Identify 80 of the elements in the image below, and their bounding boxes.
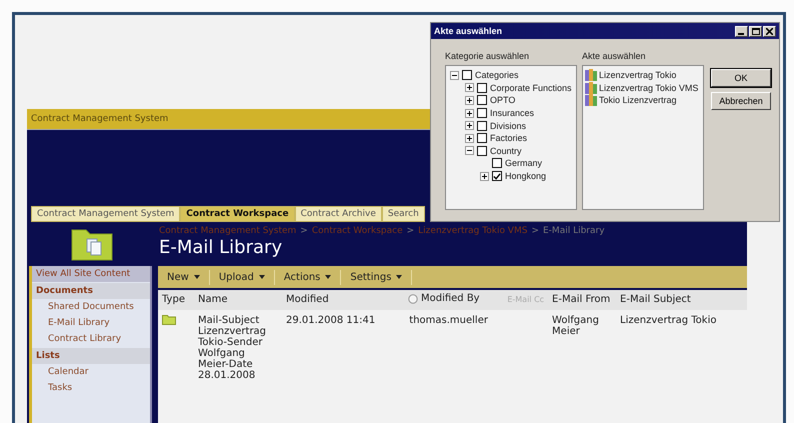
caret-icon: [396, 275, 402, 279]
sidebar-heading[interactable]: Documents: [32, 283, 150, 299]
checkbox[interactable]: [477, 120, 487, 131]
radio-icon: [408, 294, 418, 304]
menu-button[interactable]: Upload: [210, 270, 275, 284]
close-icon: [766, 28, 773, 34]
tree-item[interactable]: Categories: [475, 70, 519, 80]
tree-item[interactable]: Corporate Functions: [490, 82, 572, 93]
sidebar-item[interactable]: Shared Documents: [32, 299, 150, 315]
dialog-button[interactable]: Abbrechen: [711, 92, 771, 110]
minimize-button[interactable]: [735, 26, 748, 36]
breadcrumb-separator: >: [300, 226, 308, 236]
tree-item[interactable]: Germany: [505, 158, 542, 168]
dialog-title: Akte auswählen: [434, 26, 502, 36]
list-item[interactable]: Lizenzvertrag Tokio VMS: [599, 82, 698, 93]
sidebar-item[interactable]: Tasks: [32, 380, 150, 396]
column-header[interactable]: Name: [198, 294, 228, 306]
expander-icon[interactable]: [465, 121, 474, 130]
column-header[interactable]: E-Mail Subject: [620, 294, 691, 306]
checkbox[interactable]: [477, 95, 487, 106]
breadcrumb-current: E-Mail Library: [543, 226, 605, 236]
tree-item[interactable]: Divisions: [490, 120, 526, 131]
view-all-link[interactable]: View All Site Content: [32, 266, 150, 282]
maximize-icon: [752, 28, 760, 34]
dialog-button[interactable]: OK: [711, 69, 771, 87]
field-label: Kategorie auswählen: [445, 51, 530, 63]
tree-item[interactable]: Hongkong: [505, 171, 546, 182]
books-icon: [585, 94, 597, 106]
books-icon: [585, 82, 597, 94]
expander-icon[interactable]: [480, 172, 489, 181]
sidebar-item[interactable]: E-Mail Library: [32, 315, 150, 331]
expander-icon[interactable]: [465, 146, 474, 156]
close-button[interactable]: [763, 26, 776, 36]
menu-button[interactable]: Actions: [274, 270, 342, 284]
tree-item[interactable]: OPTO: [490, 95, 516, 106]
books-icon: [585, 69, 597, 82]
field-label: Akte auswählen: [582, 51, 647, 63]
caret-icon: [325, 275, 332, 279]
caret-icon: [194, 275, 200, 279]
list-item[interactable]: Lizenzvertrag Tokio: [599, 70, 676, 80]
tree-item[interactable]: Insurances: [490, 108, 534, 118]
column-header[interactable]: Modified: [286, 294, 329, 306]
tree-item[interactable]: Country: [490, 146, 522, 156]
column-header[interactable]: Modified By: [408, 293, 480, 304]
checkbox[interactable]: [492, 171, 502, 182]
table-cell-text: Wolfgang Meier: [552, 314, 600, 336]
expander-icon[interactable]: [465, 108, 474, 118]
folder-icon: [162, 314, 176, 324]
checkbox[interactable]: [477, 108, 487, 118]
nav-tab[interactable]: Contract Management System: [31, 206, 180, 222]
checkbox[interactable]: [477, 82, 487, 93]
column-header[interactable]: Type: [162, 294, 185, 306]
sidebar-item[interactable]: Calendar: [32, 364, 150, 380]
nav-tab[interactable]: Contract Workspace: [180, 206, 295, 222]
nav-tab[interactable]: Search: [382, 206, 425, 222]
list-item[interactable]: Tokio Lizenzvertrag: [599, 95, 677, 106]
menu-button[interactable]: Settings: [341, 270, 412, 284]
breadcrumb-separator: >: [531, 226, 539, 236]
table-cell: thomas.mueller: [409, 314, 488, 326]
expander-icon[interactable]: [465, 83, 474, 92]
sidebar-item[interactable]: Contract Library: [32, 331, 150, 347]
checkbox[interactable]: [477, 146, 487, 156]
caret-icon: [258, 275, 265, 279]
menu-button[interactable]: New: [158, 270, 210, 284]
expander-icon[interactable]: [465, 96, 474, 105]
table-cell: Lizenzvertrag Tokio: [620, 314, 716, 326]
maximize-button[interactable]: [749, 26, 762, 36]
tree-item[interactable]: Factories: [490, 133, 528, 144]
page-title: E-Mail Library: [159, 236, 284, 258]
checkbox[interactable]: [477, 133, 487, 144]
table-cell-text: Mail-Subject Lizenzvertrag Tokio-Sender Wolfgang Meier-Date 28.01.2008: [198, 314, 268, 380]
table-cell: 29.01.2008 11:41: [286, 314, 376, 326]
checkbox[interactable]: [462, 70, 472, 80]
breadcrumb-separator: >: [406, 226, 414, 236]
column-header[interactable]: E-Mail From: [552, 294, 610, 306]
sidebar-heading[interactable]: Lists: [32, 348, 150, 364]
checkbox[interactable]: [492, 158, 502, 168]
nav-tab[interactable]: Contract Archive: [294, 206, 382, 222]
expander-icon[interactable]: [450, 70, 459, 80]
expander-icon[interactable]: [465, 134, 474, 143]
